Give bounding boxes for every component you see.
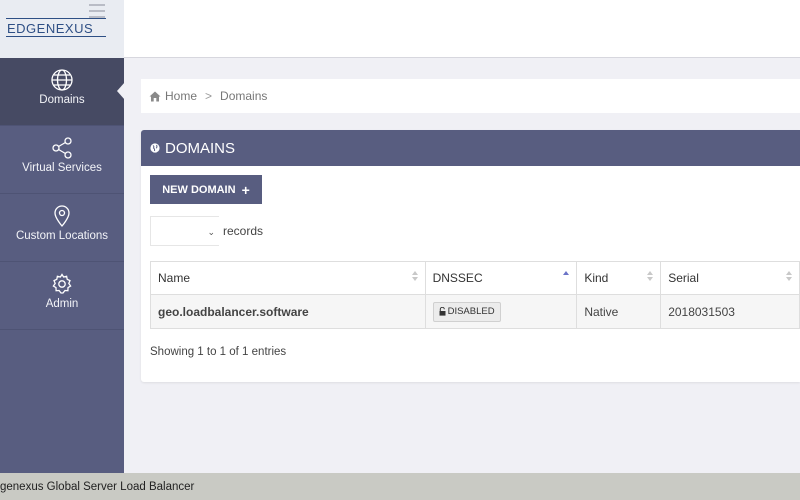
new-domain-button[interactable]: NEW DOMAIN + (150, 175, 262, 204)
globe-icon (51, 69, 73, 91)
sidebar-item-label: Virtual Services (22, 162, 102, 174)
column-header-kind[interactable]: Kind (576, 261, 662, 295)
status-bar: genexus Global Server Load Balancer (0, 473, 800, 500)
records-label: records (223, 224, 264, 238)
map-pin-icon (54, 205, 70, 227)
unlock-icon (439, 307, 446, 316)
domains-panel: DOMAINS NEW DOMAIN + ⌄ records Name DNSS… (141, 130, 800, 382)
sort-icon (411, 271, 419, 285)
sidebar-item-domains[interactable]: Domains (0, 58, 125, 126)
breadcrumb-separator: > (205, 89, 213, 103)
table-row: geo.loadbalancer.software DISABLED Nativ… (150, 294, 800, 329)
logo-rule-top (6, 18, 106, 19)
breadcrumb: Home > Domains (141, 79, 800, 113)
domains-table: Name DNSSEC Kind Serial geo.loadbalancer… (150, 261, 800, 329)
breadcrumb-current: Domains (220, 89, 268, 103)
domain-name-cell[interactable]: geo.loadbalancer.software (150, 294, 426, 329)
sort-icon (786, 271, 793, 285)
sidebar-item-label: Admin (45, 298, 79, 310)
hamburger-menu-icon[interactable] (89, 4, 105, 18)
logo-area: EDGENEXUS (0, 0, 124, 58)
panel-header: DOMAINS (141, 130, 800, 166)
logo-rule-bottom (6, 36, 106, 37)
panel-title: DOMAINS (165, 139, 236, 157)
breadcrumb-home-link[interactable]: Home (165, 89, 197, 103)
chevron-down-icon: ⌄ (207, 227, 215, 237)
table-header-row: Name DNSSEC Kind Serial (150, 261, 800, 295)
sort-icon (647, 271, 654, 285)
column-header-serial[interactable]: Serial (660, 261, 800, 295)
records-per-page-select[interactable]: ⌄ (150, 216, 219, 246)
home-icon (149, 91, 161, 101)
sidebar-item-admin[interactable]: Admin (0, 262, 124, 330)
column-header-dnssec[interactable]: DNSSEC (424, 261, 578, 295)
sidebar-item-custom-locations[interactable]: Custom Locations (0, 194, 124, 262)
plus-icon: + (241, 181, 250, 198)
sidebar-item-label: Custom Locations (15, 230, 109, 242)
new-domain-label: NEW DOMAIN (162, 183, 236, 196)
kind-cell: Native (576, 294, 662, 329)
sidebar: Domains Virtual Services Custom Location… (0, 58, 125, 473)
dnssec-status-badge[interactable]: DISABLED (432, 301, 501, 322)
serial-cell: 2018031503 (660, 294, 800, 329)
table-info: Showing 1 to 1 of 1 entries (150, 346, 287, 358)
gear-icon (52, 273, 72, 294)
share-icon (52, 137, 72, 159)
footer-text: genexus Global Server Load Balancer (0, 480, 195, 493)
records-length-control: ⌄ records (150, 216, 263, 246)
active-caret (117, 82, 125, 100)
dnssec-cell: DISABLED (424, 294, 578, 329)
sidebar-item-virtual-services[interactable]: Virtual Services (0, 126, 124, 194)
edgenexus-logo[interactable]: EDGENEXUS (7, 21, 93, 36)
sort-ascending-icon (563, 271, 570, 285)
column-header-name[interactable]: Name (150, 261, 426, 295)
sidebar-item-label: Domains (39, 94, 85, 106)
globe-small-icon (150, 143, 160, 153)
